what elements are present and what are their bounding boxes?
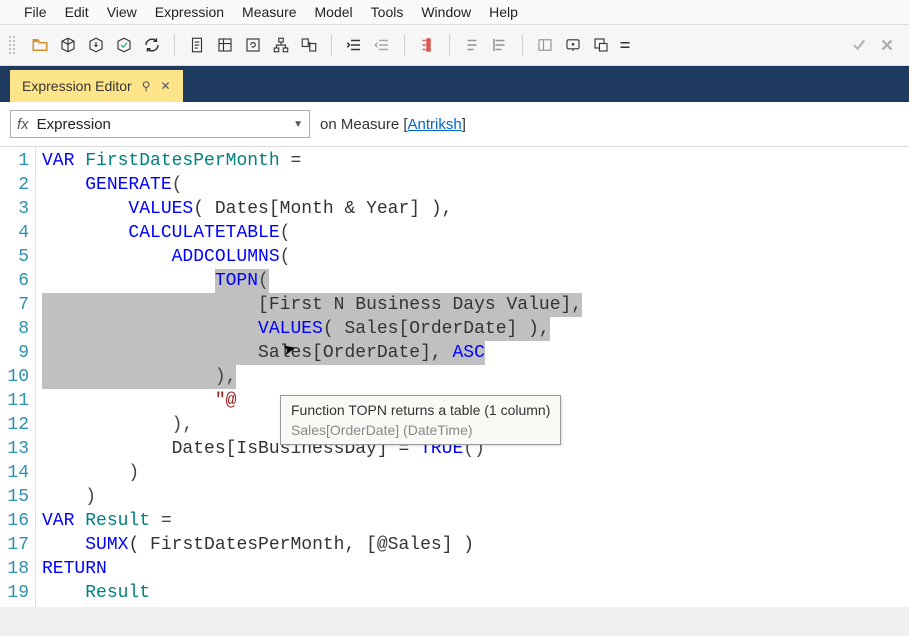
code-line: ) [42,485,582,509]
folder-open-icon[interactable] [26,31,54,59]
tab-expression-editor[interactable]: Expression Editor ⚲ ✕ [10,70,183,102]
menu-edit[interactable]: Edit [65,4,89,20]
line-number: 16 [0,509,29,533]
comment-icon[interactable] [486,31,514,59]
toolbar-separator [522,34,523,56]
property-dropdown[interactable]: fx Expression ▼ [10,110,310,138]
close-tab-icon[interactable]: ✕ [161,79,171,93]
tab-title: Expression Editor [22,78,132,94]
tooltip-title: Function TOPN returns a table (1 column) [291,400,550,420]
toolbar-grip-icon [8,35,16,55]
code-line: VAR Result = [42,509,582,533]
dropdown-value: Expression [37,116,293,133]
intellisense-tooltip: Function TOPN returns a table (1 column)… [280,395,561,445]
code-line: ADDCOLUMNS( [42,245,582,269]
code-tree-icon[interactable] [413,31,441,59]
toolbar-separator [174,34,175,56]
line-number: 2 [0,173,29,197]
code-line: SUMX( FirstDatesPerMonth, [@Sales] ) [42,533,582,557]
line-number: 13 [0,437,29,461]
tooltip-detail: Sales[OrderDate] (DateTime) [291,420,550,440]
fx-icon: fx [17,116,29,133]
toolbar-separator [449,34,450,56]
uncomment-icon[interactable] [458,31,486,59]
code-line: ), [42,365,582,389]
refresh-icon[interactable] [138,31,166,59]
line-number: 12 [0,413,29,437]
menu-window[interactable]: Window [421,4,471,20]
document-tabs-bar: Expression Editor ⚲ ✕ [0,66,909,102]
menu-bar: File Edit View Expression Measure Model … [0,0,909,25]
close-x-icon[interactable] [873,31,901,59]
code-line: VALUES( Dates[Month & Year] ), [42,197,582,221]
code-line: VAR FirstDatesPerMonth = [42,149,582,173]
tooltip-box-icon[interactable] [559,31,587,59]
code-line: Result [42,581,582,605]
line-number: 6 [0,269,29,293]
line-number: 9 [0,341,29,365]
line-number: 19 [0,581,29,605]
page-connect-icon[interactable] [295,31,323,59]
line-number: 3 [0,197,29,221]
menu-view[interactable]: View [107,4,137,20]
line-number: 5 [0,245,29,269]
chevron-down-icon[interactable]: ▼ [293,119,303,130]
prev-panel-icon[interactable] [531,31,559,59]
line-number: 8 [0,317,29,341]
page-columns-icon[interactable] [211,31,239,59]
outdent-icon[interactable] [368,31,396,59]
code-line: CALCULATETABLE( [42,221,582,245]
code-area[interactable]: VAR FirstDatesPerMonth = GENERATE( VALUE… [36,147,582,607]
toolbar-separator [404,34,405,56]
toolbar-separator [331,34,332,56]
menu-measure[interactable]: Measure [242,4,296,20]
small-bars-icon[interactable] [615,31,635,59]
code-line: Sales[OrderDate], ASC [42,341,582,365]
measure-link[interactable]: Antriksh [408,116,462,133]
code-editor[interactable]: 12345678910111213141516171819 VAR FirstD… [0,147,909,607]
line-number: 11 [0,389,29,413]
line-number: 18 [0,557,29,581]
menu-help[interactable]: Help [489,4,518,20]
toolbar [0,25,909,66]
indent-icon[interactable] [340,31,368,59]
line-number: 7 [0,293,29,317]
check-icon[interactable] [845,31,873,59]
line-number: 17 [0,533,29,557]
cube-check-icon[interactable] [110,31,138,59]
line-number: 14 [0,461,29,485]
code-line: [First N Business Days Value], [42,293,582,317]
menu-expression[interactable]: Expression [155,4,224,20]
line-number: 10 [0,365,29,389]
cube-down-icon[interactable] [82,31,110,59]
line-number: 4 [0,221,29,245]
menu-tools[interactable]: Tools [371,4,404,20]
code-line: RETURN [42,557,582,581]
menu-file[interactable]: File [24,4,47,20]
code-line: TOPN( [42,269,582,293]
context-label: on Measure [Antriksh] [320,116,466,133]
line-number: 15 [0,485,29,509]
expression-context-row: fx Expression ▼ on Measure [Antriksh] [0,102,909,147]
cube-in-icon[interactable] [54,31,82,59]
code-line: GENERATE( [42,173,582,197]
page-popup-icon[interactable] [587,31,615,59]
code-line: ) [42,461,582,485]
code-line: VALUES( Sales[OrderDate] ), [42,317,582,341]
pin-icon[interactable]: ⚲ [142,79,151,93]
hierarchy-icon[interactable] [267,31,295,59]
line-gutter: 12345678910111213141516171819 [0,147,36,607]
page-refresh-icon[interactable] [239,31,267,59]
menu-model[interactable]: Model [315,4,353,20]
document-icon[interactable] [183,31,211,59]
line-number: 1 [0,149,29,173]
